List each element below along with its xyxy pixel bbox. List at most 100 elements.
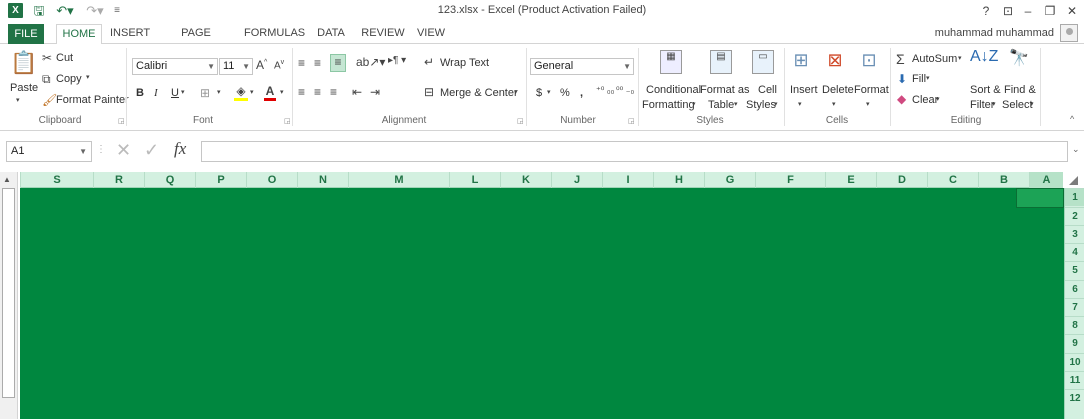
column-header-j[interactable]: J — [551, 172, 602, 188]
cut-button[interactable]: Cut — [56, 52, 73, 64]
font-size-combo[interactable]: 11 ▼ — [219, 58, 253, 75]
sort-filter-label-2[interactable]: Filter — [970, 99, 994, 111]
column-header-s[interactable]: S — [20, 172, 93, 188]
row-header-2[interactable]: 2 — [1065, 207, 1084, 225]
find-select-dropdown-icon[interactable]: ▾ — [1030, 100, 1034, 108]
tab-file[interactable]: FILE — [8, 24, 44, 44]
cell-styles-label-2[interactable]: Styles — [746, 99, 776, 111]
row-header-9[interactable]: 9 — [1065, 334, 1084, 352]
column-header-b[interactable]: B — [978, 172, 1029, 188]
currency-dropdown-icon[interactable]: ▾ — [547, 88, 551, 96]
row-header-11[interactable]: 11 — [1065, 371, 1084, 389]
row-header-8[interactable]: 8 — [1065, 316, 1084, 334]
find-select-label-2[interactable]: Select — [1002, 99, 1033, 111]
clear-dropdown-icon[interactable]: ▾ — [936, 95, 940, 103]
cell-styles-label-1[interactable]: Cell — [758, 84, 777, 96]
decrease-decimal-icon[interactable]: ⁰⁰ ₋₀ — [616, 85, 634, 96]
align-left-icon[interactable]: ≡ — [298, 85, 305, 99]
merge-center-button[interactable]: Merge & Center — [440, 87, 518, 99]
insert-function-icon[interactable]: fx — [174, 139, 186, 159]
paste-dropdown-icon[interactable]: ▾ — [16, 96, 20, 104]
increase-font-icon[interactable]: A^ — [256, 58, 267, 72]
column-header-f[interactable]: F — [755, 172, 825, 188]
conditional-formatting-label-2[interactable]: Formatting — [642, 99, 695, 111]
underline-button[interactable]: U — [171, 87, 179, 99]
user-name[interactable]: muhammad muhammad — [935, 27, 1054, 39]
column-header-r[interactable]: R — [93, 172, 144, 188]
middle-align-icon[interactable]: ≡ — [314, 56, 321, 70]
restore-button[interactable]: ❐ — [1040, 2, 1060, 20]
scrollbar-thumb[interactable] — [2, 188, 15, 398]
borders-icon[interactable]: ⊞ — [200, 86, 210, 100]
align-center-icon[interactable]: ≡ — [314, 85, 321, 99]
fill-dropdown-icon[interactable]: ▾ — [926, 74, 930, 82]
tab-review[interactable]: REVIEW — [360, 25, 406, 44]
bottom-align-icon[interactable]: ≡ — [330, 54, 346, 72]
scroll-up-icon[interactable]: ▲ — [3, 175, 11, 184]
tab-page-layout[interactable]: PAGE LAYOUT — [160, 25, 232, 56]
row-header-6[interactable]: 6 — [1065, 280, 1084, 298]
font-color-dropdown-icon[interactable]: ▾ — [280, 88, 284, 96]
format-as-table-label-1[interactable]: Format as — [700, 84, 750, 96]
tab-data[interactable]: DATA — [314, 25, 348, 44]
bold-button[interactable]: B — [136, 87, 144, 99]
column-header-q[interactable]: Q — [144, 172, 195, 188]
wrap-text-button[interactable]: Wrap Text — [440, 57, 489, 69]
column-header-i[interactable]: I — [602, 172, 653, 188]
column-header-k[interactable]: K — [500, 172, 551, 188]
close-button[interactable]: ✕ — [1062, 2, 1082, 20]
paste-icon[interactable]: 📋 — [10, 50, 37, 76]
column-header-n[interactable]: N — [297, 172, 348, 188]
copy-dropdown-icon[interactable]: ▾ — [86, 73, 90, 81]
copy-button[interactable]: Copy — [56, 73, 82, 85]
row-header-7[interactable]: 7 — [1065, 298, 1084, 316]
column-header-h[interactable]: H — [653, 172, 704, 188]
fill-color-dropdown-icon[interactable]: ▾ — [250, 88, 254, 96]
font-name-combo[interactable]: Calibri ▼ — [132, 58, 218, 75]
column-header-o[interactable]: O — [246, 172, 297, 188]
format-button[interactable]: Format — [854, 84, 889, 96]
format-dropdown-icon[interactable]: ▾ — [866, 100, 870, 108]
name-box[interactable]: A1 ▼ — [6, 141, 92, 162]
format-as-table-dropdown-icon[interactable]: ▾ — [734, 100, 738, 108]
row-header-1[interactable]: 1 — [1065, 188, 1084, 206]
row-header-5[interactable]: 5 — [1065, 261, 1084, 279]
sort-filter-dropdown-icon[interactable]: ▾ — [992, 100, 996, 108]
autosum-button[interactable]: AutoSum — [912, 53, 957, 65]
insert-dropdown-icon[interactable]: ▾ — [798, 100, 802, 108]
top-align-icon[interactable]: ≡ — [298, 56, 305, 70]
align-right-icon[interactable]: ≡ — [330, 85, 337, 99]
number-launcher-icon[interactable]: ◲ — [628, 118, 635, 125]
active-cell-a1[interactable] — [1016, 188, 1064, 208]
orientation-icon[interactable]: ab↗▾ — [356, 55, 385, 69]
percent-button[interactable]: % — [560, 87, 570, 99]
ribbon-display-options-icon[interactable]: ⊡ — [998, 2, 1018, 20]
enter-icon[interactable]: ✓ — [144, 140, 159, 161]
font-launcher-icon[interactable]: ◲ — [284, 118, 291, 125]
tab-view[interactable]: VIEW — [416, 25, 446, 44]
decrease-font-icon[interactable]: Av — [274, 59, 284, 71]
currency-button[interactable]: $ — [536, 87, 542, 99]
borders-dropdown-icon[interactable]: ▾ — [217, 88, 221, 96]
fill-button[interactable]: Fill — [912, 73, 926, 85]
expand-formula-bar-icon[interactable]: ⌄ — [1072, 144, 1080, 155]
cell-styles-dropdown-icon[interactable]: ▾ — [774, 100, 778, 108]
cell-area[interactable] — [20, 188, 1064, 419]
clipboard-launcher-icon[interactable]: ◲ — [118, 118, 125, 125]
underline-dropdown-icon[interactable]: ▾ — [181, 88, 185, 96]
tab-insert[interactable]: INSERT — [110, 25, 150, 44]
column-header-e[interactable]: E — [825, 172, 876, 188]
minimize-button[interactable]: – — [1018, 2, 1038, 20]
conditional-dropdown-icon[interactable]: ▾ — [692, 100, 696, 108]
conditional-formatting-label-1[interactable]: Conditional — [646, 84, 701, 96]
alignment-launcher-icon[interactable]: ◲ — [517, 118, 524, 125]
tab-formulas[interactable]: FORMULAS — [244, 25, 305, 44]
select-all-corner[interactable] — [1064, 172, 1084, 188]
text-direction-icon[interactable]: ▸¶ ▾ — [388, 55, 406, 66]
column-header-g[interactable]: G — [704, 172, 755, 188]
autosum-dropdown-icon[interactable]: ▾ — [958, 54, 962, 62]
column-header-m[interactable]: M — [348, 172, 449, 188]
formula-input[interactable] — [201, 141, 1068, 162]
column-header-d[interactable]: D — [876, 172, 927, 188]
column-header-a[interactable]: A — [1029, 172, 1063, 188]
